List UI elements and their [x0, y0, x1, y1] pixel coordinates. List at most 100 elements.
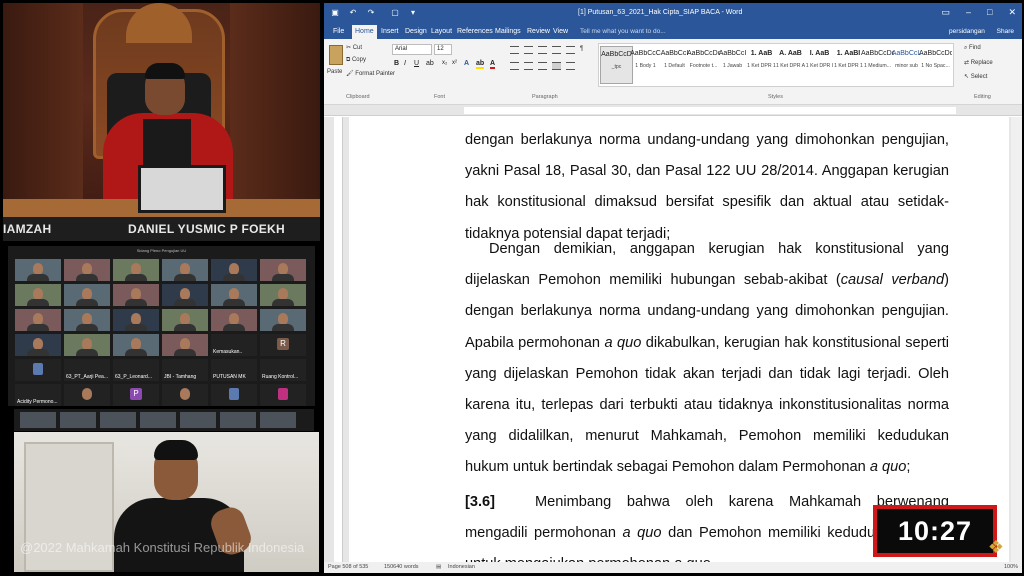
- tab-design[interactable]: Design: [402, 25, 430, 39]
- maximize-icon[interactable]: □: [987, 7, 992, 18]
- participant-thumb[interactable]: [100, 412, 136, 428]
- vertical-scrollbar[interactable]: [1011, 117, 1022, 562]
- participant-tile[interactable]: [113, 259, 159, 281]
- multilevel-list-icon[interactable]: [538, 46, 547, 54]
- participant-tile[interactable]: [64, 334, 110, 356]
- horizontal-ruler[interactable]: [324, 105, 1022, 116]
- participant-thumb[interactable]: [220, 412, 256, 428]
- participant-tile[interactable]: P: [113, 384, 159, 406]
- participant-tile[interactable]: [15, 284, 61, 306]
- align-center-icon[interactable]: [524, 62, 533, 70]
- style-item[interactable]: AaBbCcDd 1 No Spac...: [919, 46, 952, 84]
- align-right-icon[interactable]: [538, 62, 547, 70]
- tab-mailings[interactable]: Mailings: [492, 25, 524, 39]
- participant-tile[interactable]: [64, 309, 110, 331]
- show-marks-icon[interactable]: ¶: [580, 46, 583, 52]
- cut-button[interactable]: ✂ Cut: [346, 44, 362, 51]
- highlight-icon[interactable]: ab: [476, 60, 485, 69]
- participant-tile[interactable]: [162, 334, 208, 356]
- line-spacing-icon[interactable]: [566, 62, 575, 70]
- align-left-icon[interactable]: [510, 62, 519, 70]
- participant-thumb[interactable]: [140, 412, 176, 428]
- user-name[interactable]: persidangan: [949, 28, 985, 35]
- proofing-icon[interactable]: ▤: [436, 562, 441, 573]
- new-document-icon[interactable]: ▢: [390, 8, 400, 18]
- tab-review[interactable]: Review: [524, 25, 553, 39]
- participant-tile[interactable]: [162, 284, 208, 306]
- participant-tile[interactable]: PUTUSAN MK: [211, 359, 257, 381]
- participant-tile[interactable]: 63_P_Leonard...: [113, 359, 159, 381]
- participant-tile[interactable]: JBI - Tamhang: [162, 359, 208, 381]
- document-page[interactable]: dengan berlakunya norma undang-undang ya…: [349, 117, 1009, 572]
- participant-tile[interactable]: [113, 334, 159, 356]
- participant-tile[interactable]: [64, 384, 110, 406]
- strikethrough-icon[interactable]: ab: [426, 60, 434, 67]
- select-button[interactable]: ↖ Select: [964, 73, 987, 80]
- tell-me-search[interactable]: Tell me what you want to do...: [580, 25, 666, 39]
- numbering-icon[interactable]: [524, 46, 533, 54]
- participant-tile[interactable]: [162, 259, 208, 281]
- participant-tile[interactable]: [211, 284, 257, 306]
- paste-button[interactable]: Paste: [327, 69, 342, 75]
- participant-tile[interactable]: [162, 309, 208, 331]
- find-button[interactable]: ⌕ Find: [964, 45, 981, 52]
- participant-tile[interactable]: Acidity Permono...: [15, 384, 61, 406]
- superscript-icon[interactable]: x²: [452, 60, 457, 66]
- participant-tile[interactable]: [260, 384, 306, 406]
- subscript-icon[interactable]: x₂: [442, 60, 447, 66]
- increase-indent-icon[interactable]: [566, 46, 575, 54]
- italic-icon[interactable]: I: [404, 60, 406, 67]
- participant-thumb[interactable]: [20, 412, 56, 428]
- participant-tile[interactable]: Kemasukan..: [211, 334, 257, 356]
- tab-insert[interactable]: Insert: [378, 25, 402, 39]
- participant-tile[interactable]: [15, 309, 61, 331]
- participant-tile[interactable]: 63_PT_Aarji Pea...: [64, 359, 110, 381]
- font-name-box[interactable]: Arial: [392, 44, 432, 55]
- font-color-icon[interactable]: A: [490, 60, 496, 69]
- vertical-ruler[interactable]: [334, 117, 343, 562]
- participant-thumb[interactable]: [60, 412, 96, 428]
- save-icon[interactable]: ▣: [330, 8, 340, 18]
- participant-tile[interactable]: Ruang Kontrol...: [260, 359, 306, 381]
- undo-icon[interactable]: ↶: [348, 8, 358, 18]
- doc-paragraph-1[interactable]: dengan berlakunya norma undang-undang ya…: [465, 125, 949, 250]
- tab-home[interactable]: Home: [352, 25, 377, 39]
- format-painter-button[interactable]: 🖌 Format Painter: [346, 70, 395, 77]
- tab-references[interactable]: References: [454, 25, 496, 39]
- tab-file[interactable]: File: [330, 25, 347, 39]
- bullets-icon[interactable]: [510, 46, 519, 54]
- paste-icon[interactable]: [329, 45, 343, 65]
- participant-tile[interactable]: R: [260, 334, 306, 356]
- underline-icon[interactable]: U: [414, 60, 419, 67]
- share-button[interactable]: Share: [997, 28, 1014, 35]
- participant-thumb[interactable]: [180, 412, 216, 428]
- participant-tile[interactable]: [113, 284, 159, 306]
- text-effects-icon[interactable]: A: [464, 60, 469, 67]
- participant-tile[interactable]: [64, 284, 110, 306]
- zoom-level[interactable]: 100%: [1004, 562, 1018, 573]
- minimize-icon[interactable]: –: [966, 7, 971, 18]
- participant-tile[interactable]: [211, 309, 257, 331]
- copy-button[interactable]: ⧉ Copy: [346, 57, 366, 64]
- participant-thumb[interactable]: [260, 412, 296, 428]
- participant-tile[interactable]: [15, 259, 61, 281]
- close-icon[interactable]: ✕: [1008, 7, 1016, 18]
- participant-tile[interactable]: [15, 334, 61, 356]
- participant-tile[interactable]: [15, 359, 61, 381]
- participant-tile[interactable]: [113, 309, 159, 331]
- bold-icon[interactable]: B: [394, 60, 399, 67]
- participant-tile[interactable]: [260, 309, 306, 331]
- font-size-box[interactable]: 12: [434, 44, 452, 55]
- decrease-indent-icon[interactable]: [552, 46, 561, 54]
- participant-tile[interactable]: [162, 384, 208, 406]
- participant-tile[interactable]: [260, 259, 306, 281]
- language-indicator[interactable]: Indonesian: [448, 562, 475, 573]
- redo-icon[interactable]: ↷: [366, 8, 376, 18]
- customize-toolbar-icon[interactable]: ▾: [408, 8, 418, 18]
- participant-tile[interactable]: [211, 259, 257, 281]
- doc-paragraph-2[interactable]: Dengan demikian, anggapan kerugian hak k…: [465, 234, 949, 484]
- tab-view[interactable]: View: [550, 25, 571, 39]
- participant-tile[interactable]: [64, 259, 110, 281]
- replace-button[interactable]: ⇄ Replace: [964, 59, 993, 66]
- ribbon-options-icon[interactable]: ▭: [941, 7, 950, 18]
